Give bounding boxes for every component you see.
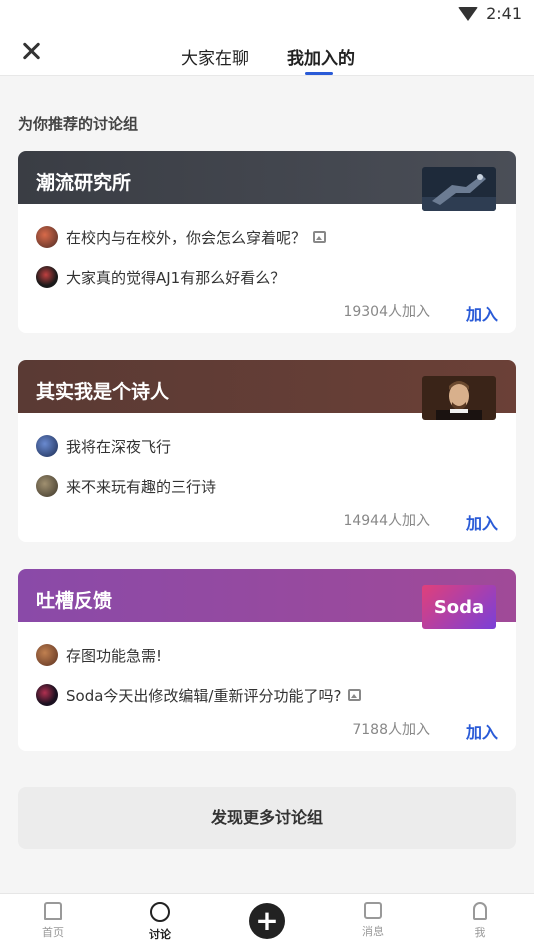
nav-item-messages[interactable]: 消息	[343, 902, 403, 939]
member-count: 7188人加入	[352, 722, 430, 738]
post-text: 来不来玩有趣的三行诗	[66, 477, 217, 496]
wifi-icon	[458, 6, 479, 21]
post-text: 在校内与在校外，你会怎么穿着呢？	[66, 228, 307, 247]
post-text: 我将在深夜飞行	[66, 437, 172, 456]
avatar	[36, 435, 58, 457]
group-thumbnail	[422, 167, 496, 211]
post-item[interactable]: 在校内与在校外，你会怎么穿着呢？	[36, 225, 327, 249]
soda-logo-text: Soda	[433, 596, 485, 618]
group-thumbnail: Soda	[422, 585, 496, 629]
status-time: 2:41	[486, 4, 522, 23]
group-name: 其实我是个诗人	[36, 381, 170, 403]
status-bar: 2:41	[0, 0, 534, 30]
avatar	[36, 266, 58, 288]
nav-item-me[interactable]: 我	[450, 902, 510, 940]
tab-joined[interactable]: 我加入的	[287, 44, 355, 69]
image-icon	[313, 231, 327, 243]
image-icon	[348, 689, 362, 701]
group-card[interactable]: 吐槽反馈 Soda 存图功能急需! Soda今天出修改编辑/重新评分功能了吗? …	[18, 569, 516, 751]
home-icon	[44, 902, 62, 920]
section-title: 为你推荐的讨论组	[18, 115, 139, 133]
tab-everyone-chatting[interactable]: 大家在聊	[181, 44, 249, 69]
group-card[interactable]: 其实我是个诗人 我将在深夜飞行 来不来玩有趣的三行诗 14944人加入 加入	[18, 360, 516, 542]
join-button[interactable]: 加入	[466, 719, 498, 743]
join-button[interactable]: 加入	[466, 510, 498, 534]
group-card[interactable]: 潮流研究所 在校内与在校外，你会怎么穿着呢？ 大家真的觉得AJ1有那么好看么？ …	[18, 151, 516, 333]
nav-label: 我	[474, 926, 486, 939]
post-text: 大家真的觉得AJ1有那么好看么？	[66, 268, 286, 287]
post-text: 存图功能急需!	[66, 646, 163, 665]
join-button[interactable]: 加入	[466, 301, 498, 325]
avatar	[36, 226, 58, 248]
profile-icon	[473, 902, 487, 920]
message-icon	[364, 902, 382, 919]
post-item[interactable]: 来不来玩有趣的三行诗	[36, 474, 216, 498]
post-item[interactable]: Soda今天出修改编辑/重新评分功能了吗?	[36, 683, 362, 707]
group-thumbnail	[422, 376, 496, 420]
bottom-nav: 首页 讨论 + 消息 我	[0, 893, 534, 949]
nav-label: 首页	[42, 926, 64, 939]
top-bar: 大家在聊 我加入的	[0, 30, 534, 76]
member-count: 19304人加入	[343, 304, 430, 320]
nav-item-discussion[interactable]: 讨论	[130, 902, 190, 942]
avatar	[36, 475, 58, 497]
discover-more-button[interactable]: 发现更多讨论组	[18, 787, 516, 849]
discussion-icon	[150, 902, 170, 922]
group-name: 吐槽反馈	[36, 590, 113, 612]
avatar	[36, 644, 58, 666]
avatar	[36, 684, 58, 706]
post-item[interactable]: 我将在深夜飞行	[36, 434, 171, 458]
post-item[interactable]: 大家真的觉得AJ1有那么好看么？	[36, 265, 285, 289]
post-item[interactable]: 存图功能急需!	[36, 643, 162, 667]
close-icon[interactable]	[18, 38, 44, 64]
nav-label: 消息	[362, 925, 384, 938]
post-text: Soda今天出修改编辑/重新评分功能了吗?	[66, 686, 342, 705]
nav-label: 讨论	[149, 928, 171, 941]
member-count: 14944人加入	[343, 513, 430, 529]
plus-icon[interactable]: +	[249, 903, 285, 939]
group-name: 潮流研究所	[36, 172, 132, 194]
tab-active-indicator	[305, 72, 333, 75]
nav-item-home[interactable]: 首页	[23, 902, 83, 940]
